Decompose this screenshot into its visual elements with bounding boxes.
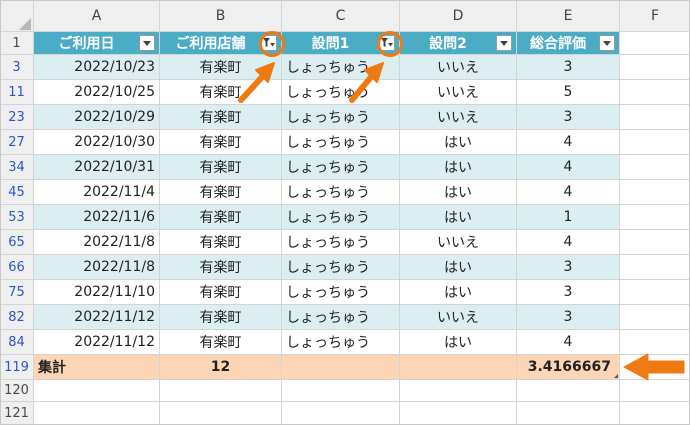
arrow-shaft bbox=[238, 74, 265, 103]
spreadsheet: A B C D E F 1 ご利用日 ご利用店舗 設問1 設問2 総合評価 3 … bbox=[0, 0, 690, 425]
annotation-arrows bbox=[238, 62, 685, 381]
arrow-shaft bbox=[349, 74, 374, 103]
arrow-left-icon bbox=[623, 353, 685, 381]
